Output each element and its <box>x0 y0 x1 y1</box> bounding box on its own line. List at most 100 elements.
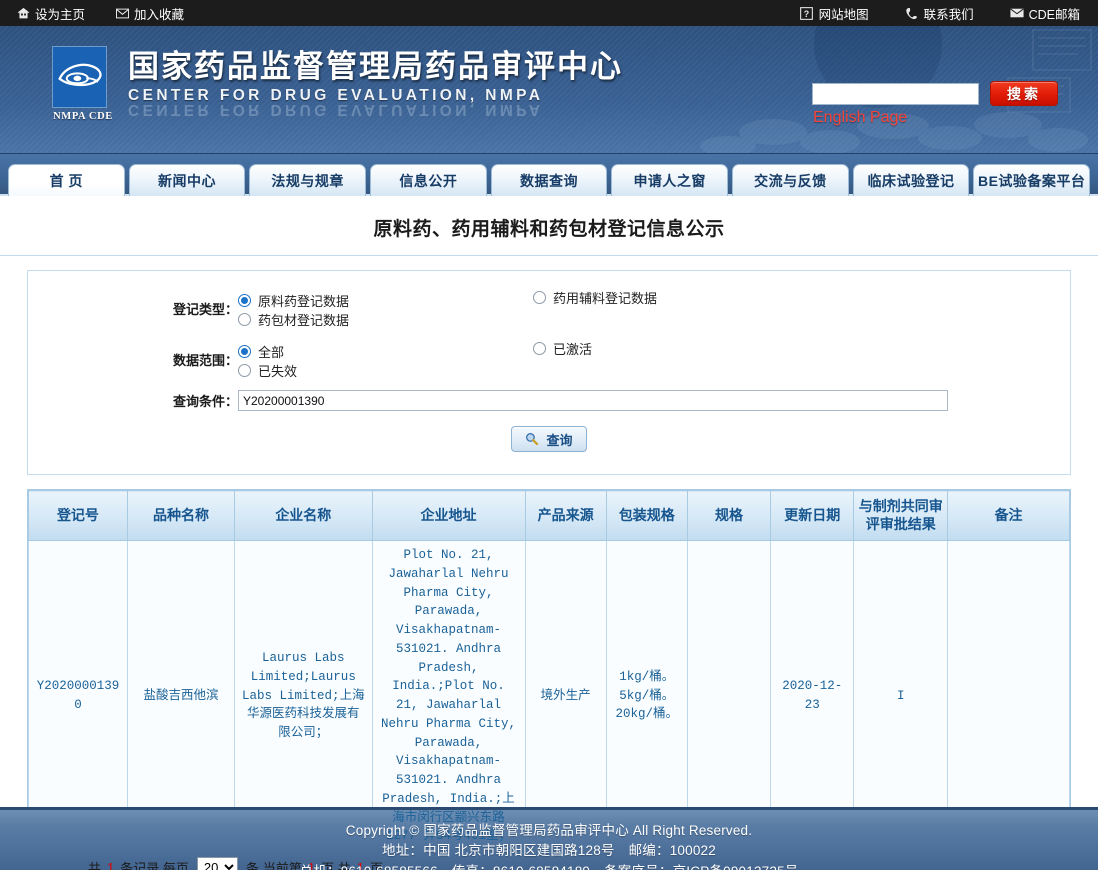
nav-tab-be-platform[interactable]: BE试验备案平台 <box>973 164 1090 196</box>
cde-mail-link[interactable]: CDE邮箱 <box>1010 4 1080 23</box>
radio-option-excipient-data[interactable]: 药用辅料登记数据 <box>533 288 828 307</box>
reg-type-row: 登记类型： 原料药登记数据 药用辅料登记数据 药包材登记数据 <box>28 283 1070 334</box>
radio-indicator[interactable] <box>238 294 251 307</box>
query-condition-label: 查询条件： <box>28 385 238 416</box>
column-header-reg-no[interactable]: 登记号 <box>29 491 128 541</box>
cell-source: 境外生产 <box>525 541 606 852</box>
radio-indicator[interactable] <box>533 291 546 304</box>
radio-indicator[interactable] <box>238 345 251 358</box>
cell-reg-no: Y20200001390 <box>29 541 128 852</box>
question-mark-icon: ? <box>800 6 814 20</box>
column-header-company[interactable]: 企业名称 <box>235 491 372 541</box>
page-size-select[interactable]: 20 <box>197 857 238 870</box>
column-header-update-date[interactable]: 更新日期 <box>771 491 854 541</box>
contact-us-label: 联系我们 <box>924 4 974 23</box>
nav-tab-data-query[interactable]: 数据查询 <box>491 164 608 196</box>
query-form: 登记类型： 原料药登记数据 药用辅料登记数据 药包材登记数据 <box>28 283 1070 416</box>
site-map-label: 网站地图 <box>819 4 869 23</box>
reg-type-label: 登记类型： <box>28 283 238 334</box>
nav-tab-clinical-trial-registration[interactable]: 临床试验登记 <box>853 164 970 196</box>
cell-company: Laurus Labs Limited;Laurus Labs Limited;… <box>235 541 372 852</box>
cell-package-spec: 1kg/桶。5kg/桶。20kg/桶。 <box>606 541 687 852</box>
query-condition-input[interactable] <box>238 390 948 411</box>
radio-label: 已激活 <box>553 339 592 358</box>
nmpa-emblem-icon <box>52 46 107 108</box>
total-record-count: 1 <box>105 860 116 870</box>
envelope-icon <box>115 6 129 20</box>
topbar-right-group: ? 网站地图 联系我们 CDE邮箱 <box>800 0 1080 26</box>
site-search-button[interactable]: 搜索 <box>990 81 1058 106</box>
radio-option-activated[interactable]: 已激活 <box>533 339 828 358</box>
footer-icp: 备案序号：京ICP备09013725号 <box>604 864 798 870</box>
column-header-joint-review[interactable]: 与制剂共同审 评审批结果 <box>854 491 948 541</box>
query-submit-button[interactable]: 查询 <box>511 426 587 452</box>
cell-spec <box>687 541 770 852</box>
english-page-link[interactable]: English Page <box>813 109 907 127</box>
site-logo[interactable]: NMPA CDE 国家药品监督管理局药品审评中心 CENTER FOR DRUG… <box>52 46 623 122</box>
nav-tab-regulations[interactable]: 法规与规章 <box>249 164 366 196</box>
site-title-cn: 国家药品监督管理局药品审评中心 <box>128 48 623 86</box>
radio-label: 全部 <box>258 342 284 361</box>
nav-tab-home[interactable]: 首 页 <box>8 164 125 196</box>
column-header-remark[interactable]: 备注 <box>948 491 1070 541</box>
add-favorite-label: 加入收藏 <box>134 4 184 23</box>
site-search-input[interactable] <box>812 83 979 105</box>
footer-phone: 总机：8610-68585566 <box>300 864 438 870</box>
query-panel: 登记类型： 原料药登记数据 药用辅料登记数据 药包材登记数据 <box>27 270 1071 475</box>
add-favorite-link[interactable]: 加入收藏 <box>115 4 184 23</box>
table-row: Y20200001390 盐酸吉西他滨 Laurus Labs Limited;… <box>29 541 1070 852</box>
footer-address: 地址：中国 北京市朝阳区建国路128号 <box>382 843 615 858</box>
page-size-unit-label: 条 <box>246 858 259 870</box>
magnifier-icon <box>525 432 539 446</box>
site-title-en-reflection: CENTER FOR DRUG EVALUATION, NMPA <box>128 103 623 118</box>
cell-update-date: 2020-12-23 <box>771 541 854 852</box>
svg-text:?: ? <box>804 8 809 18</box>
logo-text: 国家药品监督管理局药品审评中心 CENTER FOR DRUG EVALUATI… <box>128 46 623 118</box>
data-range-label: 数据范围： <box>28 334 238 385</box>
site-banner: NMPA CDE 国家药品监督管理局药品审评中心 CENTER FOR DRUG… <box>0 26 1098 154</box>
radio-option-invalid[interactable]: 已失效 <box>238 361 533 380</box>
radio-option-all[interactable]: 全部 <box>238 342 533 361</box>
cell-joint-review: I <box>854 541 948 852</box>
top-utility-bar: 设为主页 加入收藏 ? 网站地图 联系我们 CDE邮箱 <box>0 0 1098 26</box>
set-homepage-link[interactable]: 设为主页 <box>16 4 85 23</box>
radio-label: 已失效 <box>258 361 297 380</box>
radio-indicator[interactable] <box>533 342 546 355</box>
main-navigation: 首 页 新闻中心 法规与规章 信息公开 数据查询 申请人之窗 交流与反馈 临床试… <box>0 154 1098 196</box>
nav-tab-applicant-window[interactable]: 申请人之窗 <box>611 164 728 196</box>
footer-copyright: Copyright © 国家药品监督管理局药品审评中心 All Right Re… <box>0 821 1098 841</box>
joint-review-line1: 与制剂共同审 <box>859 498 943 514</box>
nav-tab-disclosure[interactable]: 信息公开 <box>370 164 487 196</box>
data-range-row: 数据范围： 全部 已激活 已失效 <box>28 334 1070 385</box>
radio-option-packaging-data[interactable]: 药包材登记数据 <box>238 310 533 329</box>
column-header-source[interactable]: 产品来源 <box>525 491 606 541</box>
topbar-left-group: 设为主页 加入收藏 <box>16 4 184 23</box>
home-icon <box>16 6 30 20</box>
total-suffix-label: 条记录,每页 <box>120 858 189 870</box>
joint-review-line2: 评审批结果 <box>866 516 936 532</box>
logo-mark: NMPA CDE <box>52 46 114 122</box>
column-header-product-name[interactable]: 品种名称 <box>127 491 234 541</box>
phone-icon <box>905 6 919 20</box>
radio-indicator[interactable] <box>238 313 251 326</box>
query-condition-row: 查询条件： <box>28 385 1070 416</box>
radio-indicator[interactable] <box>238 364 251 377</box>
radio-label: 原料药登记数据 <box>258 291 349 310</box>
logo-caption: NMPA CDE <box>52 111 114 122</box>
radio-label: 药包材登记数据 <box>258 310 349 329</box>
cell-product-name: 盐酸吉西他滨 <box>127 541 234 852</box>
column-header-spec[interactable]: 规格 <box>687 491 770 541</box>
nav-tab-feedback[interactable]: 交流与反馈 <box>732 164 849 196</box>
results-table-container: 登记号 品种名称 企业名称 企业地址 产品来源 包装规格 规格 更新日期 与制剂… <box>27 489 1071 853</box>
cde-mail-label: CDE邮箱 <box>1029 4 1080 23</box>
radio-label: 药用辅料登记数据 <box>553 288 657 307</box>
radio-option-api-data[interactable]: 原料药登记数据 <box>238 291 533 310</box>
query-submit-label: 查询 <box>546 430 572 449</box>
title-divider <box>0 255 1098 256</box>
contact-us-link[interactable]: 联系我们 <box>905 4 974 23</box>
footer-postcode: 邮编：100022 <box>629 843 716 858</box>
nav-tab-news[interactable]: 新闻中心 <box>129 164 246 196</box>
site-map-link[interactable]: ? 网站地图 <box>800 4 869 23</box>
column-header-address[interactable]: 企业地址 <box>372 491 525 541</box>
column-header-package-spec[interactable]: 包装规格 <box>606 491 687 541</box>
